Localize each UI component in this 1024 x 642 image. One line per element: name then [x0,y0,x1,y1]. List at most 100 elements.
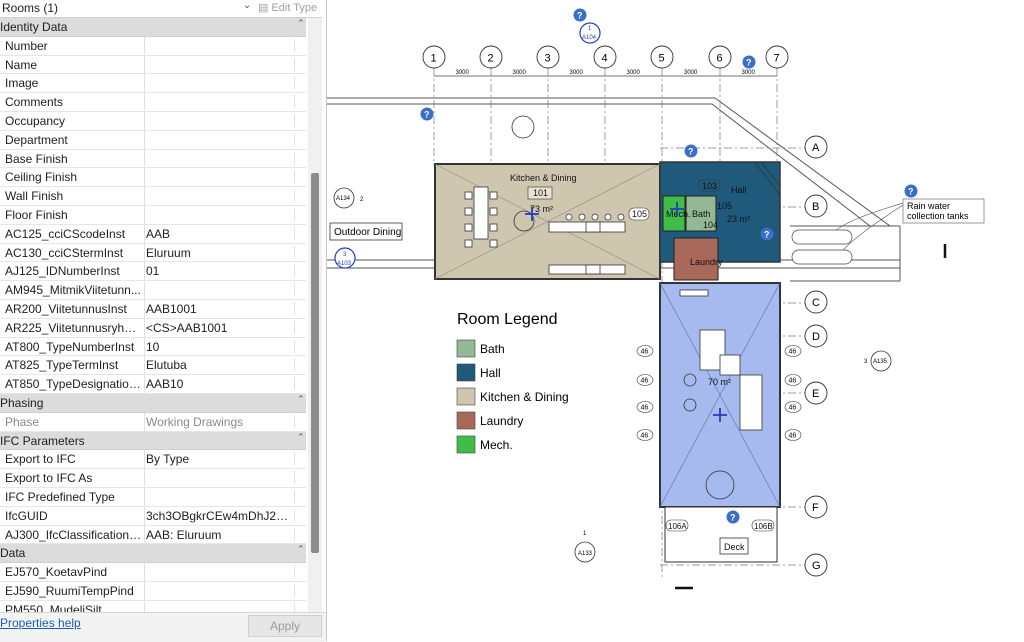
associate-parameter-button[interactable] [294,301,305,315]
associate-parameter-button[interactable] [294,226,305,240]
collapse-icon[interactable]: ⌃ [297,544,305,555]
property-row[interactable]: PM550_MudeliSilt [0,600,306,612]
grid-bubble-column[interactable]: 3 [536,45,560,69]
property-row[interactable]: Department [0,130,306,150]
associate-parameter-button[interactable] [294,283,305,297]
property-row[interactable]: Export to IFC As [0,469,306,488]
property-value[interactable]: Eluruum [146,246,292,260]
property-row[interactable]: AC125_cciCScodeInst AAB [0,224,306,244]
property-row[interactable]: Number [0,36,306,56]
collapse-icon[interactable]: ⌃ [297,432,305,443]
column-divider [144,450,145,469]
property-row[interactable]: Occupancy [0,111,306,131]
collapse-icon[interactable]: ⌃ [297,18,305,29]
grid-bubble-column[interactable]: 4 [593,45,617,69]
property-row[interactable]: AR225_Viitetunnusryhml... <CS>AAB1001 [0,318,306,338]
property-value[interactable]: AAB1001 [146,302,292,316]
property-row[interactable]: AR200_ViitetunnusInst AAB1001 [0,299,306,319]
grid-bubble-column[interactable]: 7 [765,45,789,69]
associate-parameter-button[interactable] [294,95,305,109]
associate-parameter-button[interactable] [294,57,305,71]
property-row[interactable]: EJ590_RuumiTempPind [0,581,306,601]
chevron-down-icon[interactable]: ⌄ [243,0,251,11]
associate-parameter-button[interactable] [294,583,305,597]
property-row[interactable]: AT800_TypeNumberInst 10 [0,337,306,357]
associate-parameter-button[interactable] [294,113,305,127]
property-row[interactable]: Name [0,55,306,75]
grid-bubble-row[interactable]: E [804,381,828,405]
property-group-header[interactable]: IFC Parameters ⌃ [0,431,306,451]
property-row[interactable]: Phase Working Drawings [0,412,306,432]
property-value[interactable]: By Type [146,452,292,466]
property-row[interactable]: AC130_cciCStermInst Eluruum [0,243,306,263]
property-row[interactable]: Comments [0,93,306,112]
property-row[interactable]: Image [0,74,306,94]
associate-parameter-button[interactable] [294,76,305,90]
property-row[interactable]: EJ570_KoetavPind [0,563,306,582]
grid-bubble-column[interactable]: 6 [708,45,732,69]
associate-parameter-button[interactable] [294,414,305,428]
associate-parameter-button[interactable] [294,489,305,503]
scrollbar-thumb[interactable] [311,173,319,553]
associate-parameter-button[interactable] [294,132,305,146]
property-row[interactable]: Export to IFC By Type [0,450,306,470]
property-row[interactable]: Floor Finish [0,205,306,225]
property-name: AM945_MitmikViitetunn... [5,283,141,298]
property-group-header[interactable]: Phasing ⌃ [0,393,306,413]
property-row[interactable]: Base Finish [0,149,306,169]
grid-bubble-row[interactable]: C [804,290,828,314]
property-value[interactable]: <CS>AAB1001 [146,321,292,335]
property-value[interactable]: AAB10 [146,377,292,391]
property-row[interactable]: AT825_TypeTermInst Elutuba [0,356,306,376]
associate-parameter-button[interactable] [294,339,305,353]
property-value[interactable]: 01 [146,264,292,278]
property-row[interactable]: AT850_TypeDesignationI... AAB10 [0,375,306,394]
property-row[interactable]: AM945_MitmikViitetunn... [0,281,306,300]
associate-parameter-button[interactable] [294,245,305,259]
associate-parameter-button[interactable] [294,508,305,522]
associate-parameter-button[interactable] [294,452,305,466]
associate-parameter-button[interactable] [294,527,305,541]
property-group-header[interactable]: Identity Data ⌃ [0,18,306,37]
property-value[interactable]: AAB [146,227,292,241]
property-row[interactable]: IfcGUID 3ch3OBgkrCEw4mDhJ2eO... [0,506,306,526]
grid-bubble-column[interactable]: 2 [479,45,503,69]
grid-bubble-column[interactable]: 1 [422,45,446,69]
type-selector[interactable]: Rooms (1) ⌄ ▤ Edit Type [0,0,322,18]
grid-bubble-row[interactable]: D [804,324,828,348]
associate-parameter-button[interactable] [294,358,305,372]
property-value[interactable]: Working Drawings [146,415,292,429]
apply-button[interactable]: Apply [248,615,322,637]
property-row[interactable]: IFC Predefined Type [0,487,306,507]
associate-parameter-button[interactable] [294,471,305,485]
property-value[interactable]: AAB: Eluruum [146,528,292,542]
associate-parameter-button[interactable] [294,320,305,334]
associate-parameter-button[interactable] [294,38,305,52]
associate-parameter-button[interactable] [294,565,305,579]
property-value[interactable]: 3ch3OBgkrCEw4mDhJ2eO... [146,509,292,523]
property-row[interactable]: AJ300_IfcClassificationRe... AAB: Eluruu… [0,525,306,545]
property-value[interactable]: Elutuba [146,358,292,372]
collapse-icon[interactable]: ⌃ [297,394,305,405]
property-row[interactable]: Wall Finish [0,187,306,206]
associate-parameter-button[interactable] [294,207,305,221]
grid-bubble-row[interactable]: A [804,135,828,159]
floor-plan-canvas[interactable]: 3000 3000 3000 3000 3000 3000 1 2 3 4 5 6 7 A B C D E F G [327,0,1024,641]
associate-parameter-button[interactable] [294,189,305,203]
associate-parameter-button[interactable] [294,602,305,612]
associate-parameter-button[interactable] [294,264,305,278]
property-group-header[interactable]: Data ⌃ [0,544,306,564]
edit-type-button[interactable]: ▤ Edit Type [258,1,317,14]
grid-bubble-row[interactable]: B [804,194,828,218]
grid-bubble-row[interactable]: G [804,553,828,577]
grid-bubble-column[interactable]: 5 [650,45,674,69]
property-row[interactable]: Ceiling Finish [0,168,306,188]
property-row[interactable]: AJ125_IDNumberInst 01 [0,262,306,282]
scrollbar[interactable] [308,18,322,612]
associate-parameter-button[interactable] [294,170,305,184]
associate-parameter-button[interactable] [294,151,305,165]
properties-help-link[interactable]: Properties help [0,616,81,630]
grid-bubble-row[interactable]: F [804,495,828,519]
property-value[interactable]: 10 [146,340,292,354]
associate-parameter-button[interactable] [294,377,305,391]
